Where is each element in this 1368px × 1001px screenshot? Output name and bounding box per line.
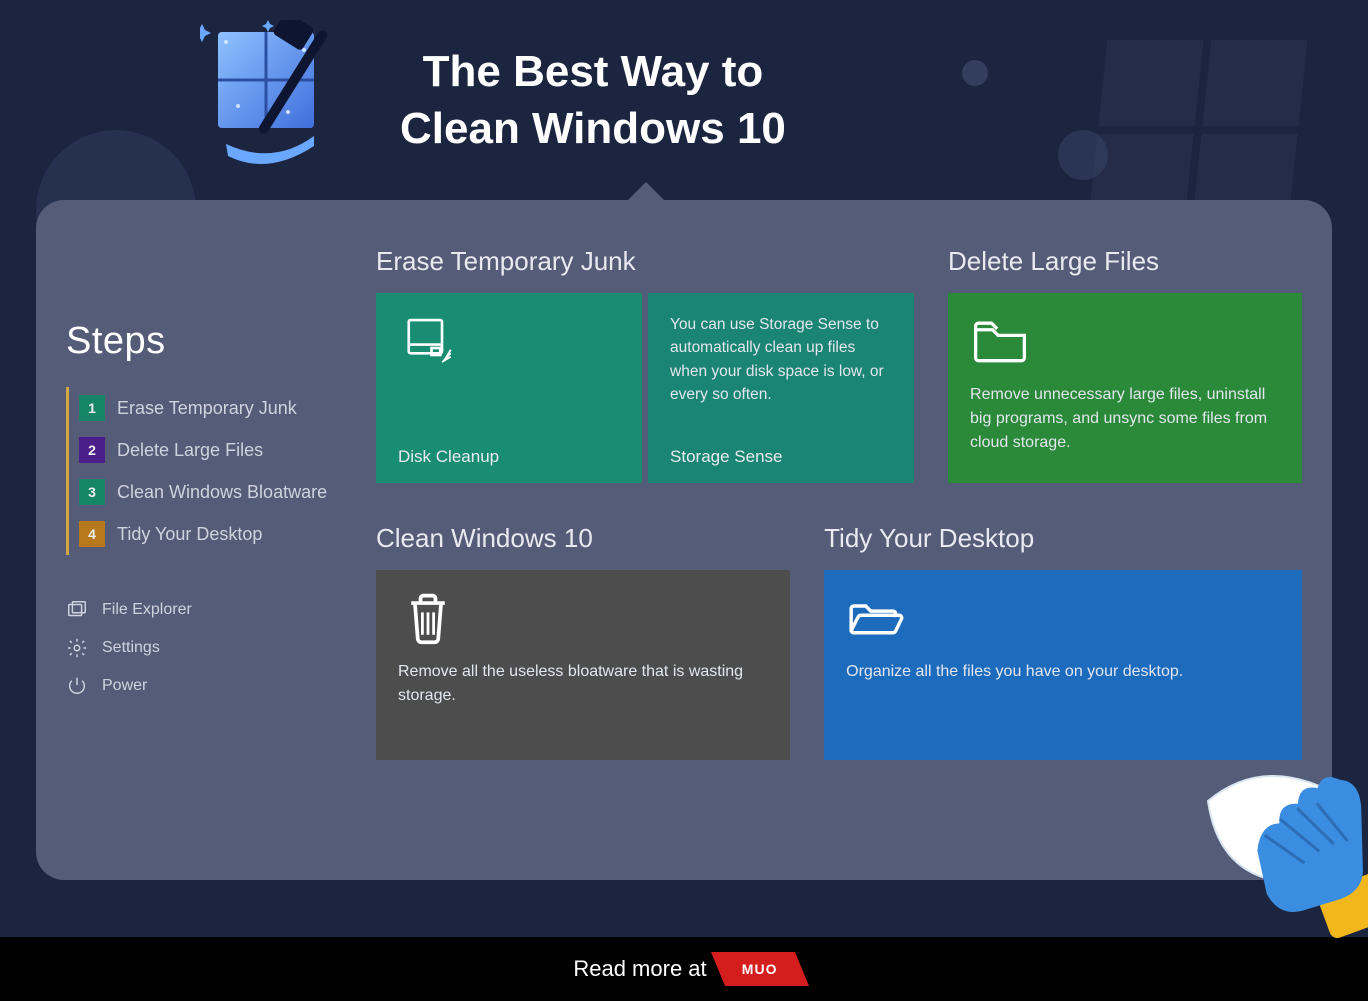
card-body: You can use Storage Sense to automatical… [670, 313, 892, 406]
page-title: The Best Way to Clean Windows 10 [400, 43, 786, 157]
step-number: 1 [79, 395, 105, 421]
power-icon [66, 675, 88, 697]
steps-heading: Steps [66, 320, 366, 363]
file-explorer-icon [66, 599, 88, 621]
open-folder-icon [846, 590, 906, 646]
delete-large-card[interactable]: Remove unnecessary large files, uninstal… [948, 293, 1302, 483]
power-item[interactable]: Power [66, 667, 366, 705]
step-erase-junk[interactable]: 1 Erase Temporary Junk [79, 387, 366, 429]
section-title: Delete Large Files [948, 246, 1302, 277]
card-label: Disk Cleanup [398, 447, 499, 467]
file-explorer-item[interactable]: File Explorer [66, 591, 366, 629]
windows-logo-icon [1089, 40, 1308, 220]
muo-badge[interactable]: MUO [725, 952, 795, 986]
step-number: 4 [79, 521, 105, 547]
sys-label: File Explorer [102, 601, 192, 619]
sys-label: Power [102, 677, 147, 695]
muo-label: MUO [742, 961, 778, 977]
disk-cleanup-card[interactable]: Disk Cleanup [376, 293, 642, 483]
folder-icon [970, 313, 1030, 369]
card-body: Remove all the useless bloatware that is… [398, 660, 768, 708]
tidy-desktop-card[interactable]: Organize all the files you have on your … [824, 570, 1302, 760]
clean-window-icon [200, 20, 340, 180]
title-line-1: The Best Way to [400, 43, 786, 100]
step-number: 3 [79, 479, 105, 505]
settings-item[interactable]: Settings [66, 629, 366, 667]
step-list: 1 Erase Temporary Junk 2 Delete Large Fi… [66, 387, 366, 555]
decor-circle [962, 60, 988, 86]
section-clean-windows: Clean Windows 10 Remove all the useless … [376, 523, 790, 760]
header: The Best Way to Clean Windows 10 [200, 20, 786, 180]
step-label: Erase Temporary Junk [117, 398, 297, 419]
disk-cleanup-icon [398, 313, 458, 369]
cards-area: Erase Temporary Junk Disk Cleanup [376, 246, 1302, 760]
card-label: Storage Sense [670, 447, 782, 467]
cleaning-hand-icon [1148, 761, 1368, 951]
sidebar: Steps 1 Erase Temporary Junk 2 Delete La… [66, 320, 366, 705]
section-title: Erase Temporary Junk [376, 246, 914, 277]
step-clean-bloatware[interactable]: 3 Clean Windows Bloatware [79, 471, 366, 513]
step-label: Clean Windows Bloatware [117, 482, 327, 503]
trash-icon [398, 590, 458, 646]
footer-text: Read more at [573, 956, 706, 982]
sys-label: Settings [102, 639, 160, 657]
section-erase-junk: Erase Temporary Junk Disk Cleanup [376, 246, 914, 483]
gear-icon [66, 637, 88, 659]
step-label: Delete Large Files [117, 440, 263, 461]
card-body: Remove unnecessary large files, uninstal… [970, 383, 1280, 455]
title-line-2: Clean Windows 10 [400, 100, 786, 157]
step-number: 2 [79, 437, 105, 463]
section-tidy-desktop: Tidy Your Desktop Organize all the files… [824, 523, 1302, 760]
section-title: Clean Windows 10 [376, 523, 790, 554]
card-body: Organize all the files you have on your … [846, 660, 1280, 684]
main-panel: Steps 1 Erase Temporary Junk 2 Delete La… [36, 200, 1332, 880]
step-delete-large[interactable]: 2 Delete Large Files [79, 429, 366, 471]
system-list: File Explorer Settings Power [66, 591, 366, 705]
section-title: Tidy Your Desktop [824, 523, 1302, 554]
storage-sense-card[interactable]: You can use Storage Sense to automatical… [648, 293, 914, 483]
step-tidy-desktop[interactable]: 4 Tidy Your Desktop [79, 513, 366, 555]
clean-windows-card[interactable]: Remove all the useless bloatware that is… [376, 570, 790, 760]
step-label: Tidy Your Desktop [117, 524, 262, 545]
section-delete-large: Delete Large Files Remove unnecessary la… [948, 246, 1302, 483]
